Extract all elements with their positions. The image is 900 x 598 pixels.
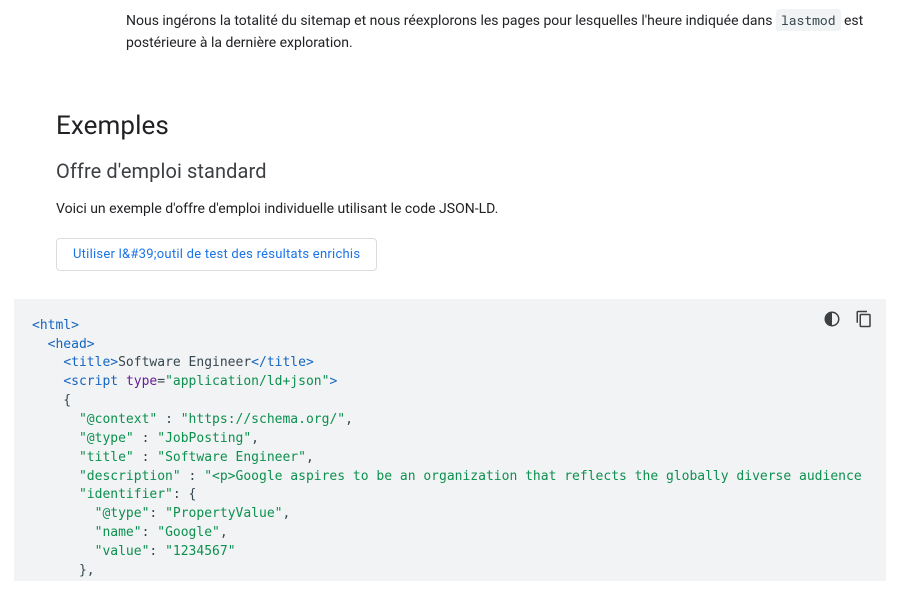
example-intro-text: Voici un exemple d'offre d'emploi indivi…: [56, 199, 870, 220]
theme-toggle-icon[interactable]: [820, 307, 844, 331]
code-actions-bar: [820, 307, 876, 331]
subsection-heading-standard-job: Offre d'emploi standard: [56, 159, 870, 183]
copy-icon[interactable]: [852, 307, 876, 331]
intro-line1: Nous ingérons la totalité du sitemap et …: [126, 13, 772, 29]
rich-results-test-button[interactable]: Utiliser l&#39;outil de test des résulta…: [56, 238, 377, 271]
intro-paragraph: Nous ingérons la totalité du sitemap et …: [126, 10, 870, 55]
code-sample: <html> <head> <title>Software Engineer</…: [32, 317, 868, 581]
document-content: Nous ingérons la totalité du sitemap et …: [0, 0, 900, 271]
section-heading-examples: Exemples: [56, 111, 870, 141]
code-sample-block: <html> <head> <title>Software Engineer</…: [14, 299, 886, 581]
inline-code-lastmod: lastmod: [776, 9, 841, 31]
